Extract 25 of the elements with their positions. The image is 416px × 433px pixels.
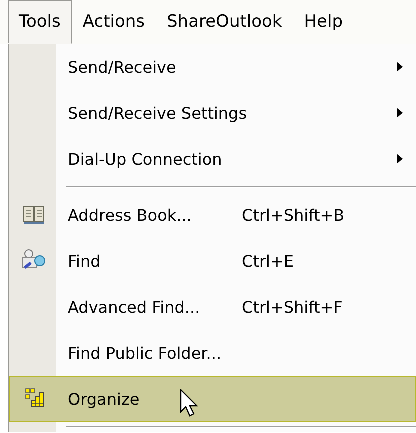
menu-item-label: Dial-Up Connection bbox=[68, 150, 222, 168]
shortcut-label: Ctrl+E bbox=[242, 252, 295, 270]
menu-item[interactable]: Organize bbox=[9, 376, 416, 422]
menu-item[interactable]: Find Ctrl+E bbox=[9, 238, 416, 284]
menu-bar-item[interactable]: ShareOutlook bbox=[156, 0, 294, 44]
mouse-pointer-icon bbox=[180, 389, 200, 419]
menu-item[interactable]: Dial-Up Connection bbox=[9, 136, 416, 182]
menu-item[interactable]: Find Public Folder... bbox=[9, 330, 416, 376]
menu-item-label: Address Book... bbox=[68, 206, 192, 224]
menu-item[interactable]: Advanced Find... Ctrl+Shift+F bbox=[9, 284, 416, 330]
shortcut-label: Ctrl+Shift+F bbox=[242, 298, 344, 316]
menu-item-label: Send/Receive bbox=[68, 58, 176, 76]
menu-bar-item[interactable]: Tools bbox=[8, 0, 72, 44]
menu-bar-item[interactable]: Help bbox=[293, 0, 354, 44]
menu-bar-item[interactable]: Actions bbox=[72, 0, 156, 44]
menu-item-label: Organize bbox=[68, 390, 140, 408]
menu-item[interactable]: Send/Receive Settings bbox=[9, 90, 416, 136]
menu-item-label: Advanced Find... bbox=[68, 298, 200, 316]
menu-item-label: Find Public Folder... bbox=[68, 344, 222, 362]
menu-item[interactable]: Send/Receive bbox=[9, 44, 416, 90]
menu-item-label: Send/Receive Settings bbox=[68, 104, 248, 122]
menu-item[interactable]: Address Book... Ctrl+Shift+B bbox=[9, 192, 416, 238]
shortcut-label: Ctrl+Shift+B bbox=[242, 206, 346, 224]
menu-item-label: Find bbox=[68, 252, 101, 270]
book-icon bbox=[22, 205, 44, 225]
